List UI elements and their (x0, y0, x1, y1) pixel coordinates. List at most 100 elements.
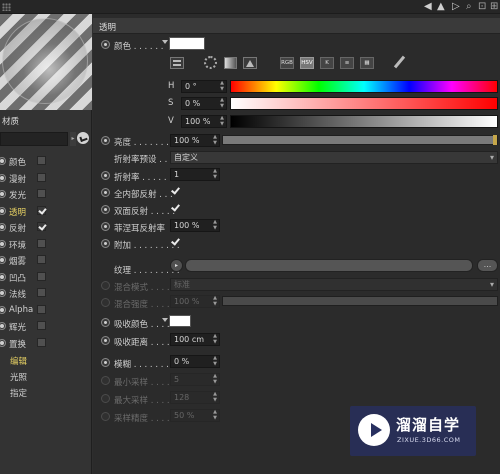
color-mode-button[interactable]: RGB (280, 57, 294, 69)
mix-strength-input[interactable]: 100 % ▲ ▼ (170, 295, 220, 308)
brightness-slider[interactable] (222, 135, 498, 145)
channel-label[interactable]: 颜色 (9, 156, 26, 168)
fresnel-radio[interactable] (101, 222, 110, 231)
channel-row[interactable]: Alpha (0, 303, 92, 319)
brightness-radio[interactable] (101, 136, 110, 145)
channel-enable-checkbox[interactable] (37, 271, 46, 281)
s-input[interactable]: 0 % ▲ ▼ (181, 97, 227, 110)
channel-enable-checkbox[interactable] (37, 337, 46, 347)
channel-animate-radio[interactable] (0, 322, 6, 330)
channel-enable-checkbox[interactable] (37, 255, 46, 264)
material-name-field[interactable] (0, 132, 68, 146)
channel-animate-radio[interactable] (0, 289, 6, 297)
additive-checkbox[interactable] (170, 237, 180, 247)
panel-grip-icon[interactable] (2, 3, 11, 11)
channel-enable-checkbox[interactable] (37, 288, 46, 297)
channel-animate-radio[interactable] (0, 157, 6, 165)
mix-mode-dropdown[interactable]: 标准 (170, 278, 498, 291)
ior-spinner-icon[interactable]: ▲ ▼ (213, 168, 217, 180)
absorb-color-radio[interactable] (101, 318, 110, 327)
total-internal-radio[interactable] (101, 188, 110, 197)
color-mode-button[interactable]: HSV (300, 57, 314, 69)
color-picker-mode-icon[interactable] (170, 57, 184, 69)
channel-animate-radio[interactable] (0, 173, 6, 182)
channel-animate-radio[interactable] (0, 223, 6, 231)
channel-row[interactable]: 漫射 (0, 171, 92, 187)
channel-animate-radio[interactable] (0, 272, 6, 281)
forward-arrow-icon[interactable]: ▷ (452, 1, 460, 12)
channel-enable-checkbox[interactable] (37, 321, 46, 330)
color-animate-radio[interactable] (101, 40, 110, 49)
accuracy-input[interactable]: 50 % ▲ ▼ (170, 409, 220, 422)
color-expand-icon[interactable] (162, 40, 168, 44)
total-internal-checkbox[interactable] (170, 186, 180, 196)
absorb-color-expand-icon[interactable] (162, 318, 168, 322)
accuracy-radio[interactable] (101, 412, 110, 421)
double-sided-checkbox[interactable] (170, 203, 180, 213)
s-spinner-icon[interactable]: ▲ ▼ (220, 97, 224, 109)
mix-strength-radio[interactable] (101, 298, 110, 307)
spectrum-icon[interactable] (224, 57, 237, 69)
sidebar-extra-item[interactable]: 编辑 (10, 355, 27, 367)
channel-row[interactable]: 环境 (0, 237, 92, 253)
channel-row[interactable]: 发光 (0, 187, 92, 203)
channel-animate-radio[interactable] (0, 338, 6, 347)
material-dropdown-arrow-icon[interactable]: ▸ (70, 132, 76, 146)
brightness-input[interactable]: 100 % ▲ ▼ (170, 134, 220, 147)
min-samples-input[interactable]: 5 ▲ ▼ (170, 373, 220, 386)
color-wheel-icon[interactable] (204, 56, 217, 69)
brightness-spinner-icon[interactable]: ▲ ▼ (213, 134, 217, 146)
v-input[interactable]: 100 % ▲ ▼ (181, 115, 227, 128)
channel-animate-radio[interactable] (0, 256, 6, 264)
up-arrow-icon[interactable]: ▲ (437, 1, 445, 12)
channel-enable-checkbox[interactable] (37, 238, 46, 248)
channel-label[interactable]: 漫射 (9, 173, 26, 185)
brightness-slider-knob[interactable] (493, 135, 497, 145)
hue-slider[interactable] (230, 80, 498, 93)
channel-row[interactable]: 颜色 (0, 154, 92, 170)
texture-browse-button[interactable]: ... (477, 259, 498, 272)
channel-label[interactable]: 环境 (9, 239, 26, 251)
channel-enable-checkbox[interactable] (37, 156, 46, 165)
accuracy-spinner-icon[interactable]: ▲ ▼ (213, 409, 217, 421)
color-mode-button[interactable]: ▦ (360, 57, 374, 69)
channel-enable-checkbox[interactable] (37, 205, 46, 215)
mix-strength-spinner-icon[interactable]: ▲ ▼ (213, 295, 217, 307)
ior-radio[interactable] (101, 171, 110, 180)
channel-row[interactable]: 置换 (0, 336, 92, 352)
sidebar-extra-item[interactable]: 光照 (10, 371, 27, 383)
channel-label[interactable]: 烟雾 (9, 255, 26, 267)
channel-enable-checkbox[interactable] (37, 189, 46, 198)
min-samples-radio[interactable] (101, 376, 110, 385)
channel-animate-radio[interactable] (0, 206, 6, 215)
channel-label[interactable]: 辉光 (9, 321, 26, 333)
absorb-distance-input[interactable]: 100 cm ▲ ▼ (170, 333, 220, 346)
channel-animate-radio[interactable] (0, 305, 6, 314)
value-slider[interactable] (230, 115, 498, 128)
sidebar-extra-item[interactable]: 指定 (10, 387, 27, 399)
material-preview[interactable] (0, 14, 92, 110)
blur-spinner-icon[interactable]: ▲ ▼ (213, 355, 217, 367)
blur-input[interactable]: 0 % ▲ ▼ (170, 355, 220, 368)
color-swatch[interactable] (169, 37, 205, 50)
channel-label[interactable]: 发光 (9, 189, 26, 201)
ior-preset-dropdown[interactable]: 自定义 (170, 151, 498, 164)
channel-label[interactable]: Alpha (9, 305, 33, 315)
channel-label[interactable]: 法线 (9, 288, 26, 300)
channel-enable-checkbox[interactable] (37, 172, 46, 182)
absorb-color-swatch[interactable] (169, 315, 191, 327)
channel-animate-radio[interactable] (0, 190, 6, 198)
search-icon[interactable]: ⌕ (466, 1, 472, 12)
mix-mode-radio[interactable] (101, 281, 110, 290)
min-samples-spinner-icon[interactable]: ▲ ▼ (213, 373, 217, 385)
saturation-slider[interactable] (230, 97, 498, 110)
mix-strength-slider[interactable] (222, 296, 498, 306)
additive-radio[interactable] (101, 239, 110, 248)
channel-enable-checkbox[interactable] (37, 304, 46, 314)
channel-row[interactable]: 烟雾 (0, 253, 92, 269)
back-arrow-icon[interactable]: ◀ (424, 1, 432, 12)
blur-radio[interactable] (101, 358, 110, 367)
ior-input[interactable]: 1 ▲ ▼ (170, 168, 220, 181)
image-icon[interactable] (243, 57, 257, 69)
max-samples-radio[interactable] (101, 394, 110, 403)
